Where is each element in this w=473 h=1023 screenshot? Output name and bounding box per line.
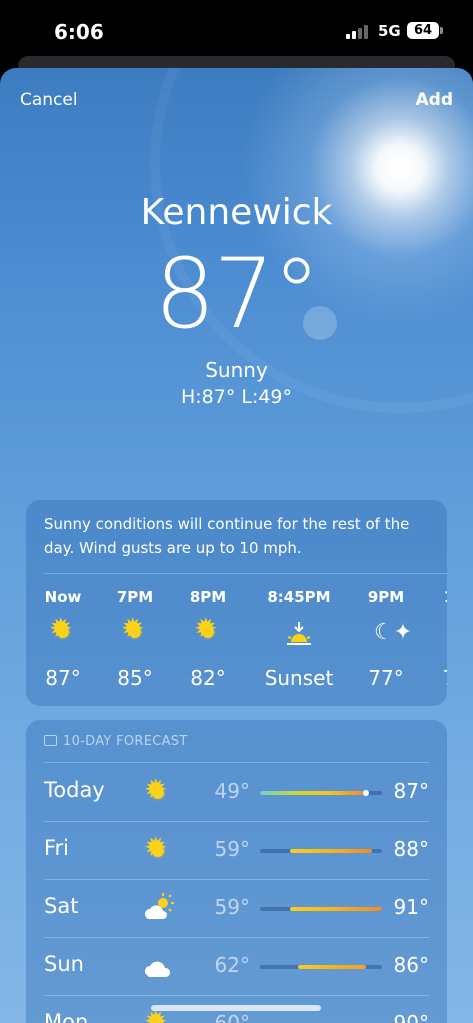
hour-temp: 87° [45, 666, 81, 690]
forecast-row-today[interactable]: Today 49° 87° [26, 763, 447, 821]
forecast-low: 59° [214, 837, 250, 861]
forecast-day: Fri [44, 836, 70, 860]
hourly-scroll[interactable]: Now 87° 7PM 85° 8PM 82° 8:45PM [26, 588, 447, 698]
high-low: H:87° L:49° [180, 386, 293, 408]
current-condition: Sunny [205, 358, 268, 382]
hour-item: 8PM 82° [168, 588, 248, 690]
hourly-forecast-card[interactable]: Sunny conditions will continue for the r… [26, 500, 447, 706]
forecast-day: Sat [44, 894, 79, 918]
forecast-title: 10-DAY FORECAST [63, 734, 188, 749]
forecast-low: 59° [214, 895, 250, 919]
sun-icon [144, 834, 167, 862]
forecast-day: Sun [44, 952, 84, 976]
cloud-sun-icon [138, 889, 178, 929]
forecast-low: 62° [214, 953, 250, 977]
weather-summary: Sunny conditions will continue for the r… [44, 515, 410, 557]
cloud-icon [138, 947, 178, 987]
status-time: 6:06 [54, 20, 104, 44]
forecast-low: 60° [214, 1011, 250, 1023]
forecast-high: 86° [393, 953, 429, 977]
divider [44, 573, 447, 574]
hour-temp: 82° [190, 666, 226, 690]
city-name: Kennewick [140, 192, 333, 233]
hour-temp: Sunset [264, 666, 334, 690]
temp-range-bar [260, 965, 382, 969]
forecast-high: 90° [393, 1011, 429, 1023]
sunset-icon [287, 622, 311, 645]
cancel-button[interactable]: Cancel [20, 90, 78, 110]
sun-icon [194, 615, 217, 643]
sun-icon [49, 615, 72, 643]
forecast-day: Today [44, 778, 105, 802]
network-type: 5G [378, 22, 401, 40]
forecast-row-fri[interactable]: Fri 59° 88° [26, 821, 447, 879]
hour-time: 8:45PM [267, 588, 331, 606]
forecast-high: 88° [393, 837, 429, 861]
current-temp-dot [363, 790, 369, 796]
sun-icon [121, 615, 144, 643]
forecast-low: 49° [214, 779, 250, 803]
add-button[interactable]: Add [416, 90, 454, 110]
battery-icon: 64 [407, 22, 439, 39]
temp-range-bar [260, 790, 382, 796]
hour-item: Now 87° [26, 588, 103, 690]
hour-time: 1 [409, 588, 447, 608]
hour-item: 7PM 85° [95, 588, 175, 690]
forecast-high: 87° [393, 779, 429, 803]
sun-icon [144, 1008, 167, 1023]
hour-item: 1 7 [409, 588, 447, 690]
hour-time: 7PM [116, 588, 154, 606]
hour-temp: 7 [409, 666, 447, 690]
temp-range-bar [260, 849, 382, 853]
weather-preview-sheet: Cancel Add Kennewick 87° Sunny H:87° L:4… [0, 68, 473, 1023]
hour-temp: 85° [117, 666, 153, 690]
status-bar: 6:06 5G 64 [0, 0, 473, 64]
hour-item: 8:45PM Sunset [249, 588, 349, 690]
cellular-signal-icon [346, 25, 370, 39]
hour-time: 8PM [189, 588, 227, 606]
forecast-header: 10-DAY FORECAST [44, 734, 188, 749]
forecast-high: 91° [393, 895, 429, 919]
current-temperature: 87° [154, 238, 320, 350]
forecast-row-sun[interactable]: Sun 62° 86° [26, 937, 447, 995]
ten-day-forecast-card[interactable]: 10-DAY FORECAST Today 49° 87° Fri 59° 88… [26, 720, 447, 1023]
temp-range-bar [260, 907, 382, 911]
hour-time: Now [44, 588, 82, 606]
moon-stars-icon: ☾✦ [374, 620, 413, 645]
forecast-day: Mon [44, 1010, 89, 1023]
calendar-icon [44, 735, 57, 746]
sun-icon [144, 776, 167, 804]
battery-tip [440, 27, 443, 34]
home-indicator[interactable] [151, 1005, 321, 1011]
forecast-row-sat[interactable]: Sat 59° 91° [26, 879, 447, 937]
